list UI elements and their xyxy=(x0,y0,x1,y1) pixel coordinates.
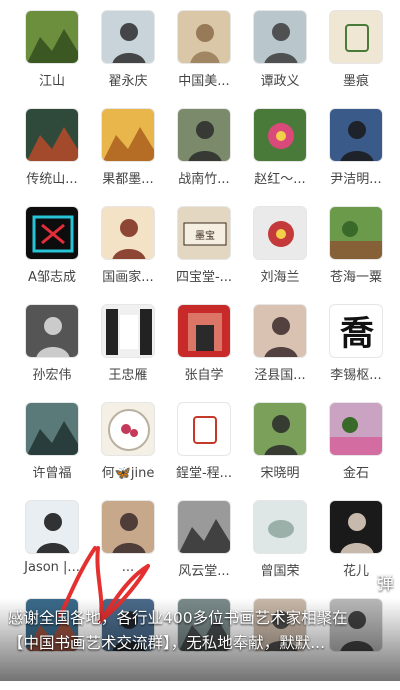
caption-line-2: 【中国书画艺术交流群】，无私地奉献，默默... xyxy=(8,634,326,652)
painting-icon xyxy=(177,10,231,64)
person-photo-icon xyxy=(177,108,231,162)
caption-line-1: 感谢全国各地，各行业400多位书画艺术家相聚在 xyxy=(8,609,348,627)
contact-item[interactable]: 泾县国... xyxy=(246,304,314,396)
contact-item[interactable]: 金石 xyxy=(322,402,390,494)
contact-item[interactable]: 国画家... xyxy=(94,206,162,298)
contact-item[interactable]: 墨宝四宝堂-... xyxy=(170,206,238,298)
contact-item[interactable]: 赵红～... xyxy=(246,108,314,200)
svg-text:墨宝: 墨宝 xyxy=(195,229,215,242)
seal-icon xyxy=(329,10,383,64)
autumn-mountain-icon xyxy=(101,108,155,162)
contact-item[interactable]: Jason |... xyxy=(18,500,86,592)
contact-item[interactable]: 孙宏伟 xyxy=(18,304,86,396)
contact-name: 鋥堂-程... xyxy=(175,466,233,481)
calligraphy-char-icon: 喬 xyxy=(329,304,383,358)
contact-name: 金石 xyxy=(342,466,369,481)
svg-text:喬: 喬 xyxy=(340,314,374,354)
contact-name: 四宝堂-... xyxy=(175,270,233,285)
person-photo-icon xyxy=(329,108,383,162)
contact-name: 泾县国... xyxy=(254,368,306,383)
contact-item[interactable]: 许曾福 xyxy=(18,402,86,494)
seal-icon xyxy=(177,402,231,456)
contact-name: 宋晓明 xyxy=(260,466,300,481)
contact-name: 战南竹... xyxy=(178,172,230,187)
flower-icon xyxy=(253,206,307,260)
contact-item[interactable]: 尹洁明... xyxy=(322,108,390,200)
contact-item[interactable]: 王忠雁 xyxy=(94,304,162,396)
contact-name: A邹志成 xyxy=(28,270,76,285)
contact-item[interactable]: 翟永庆 xyxy=(94,10,162,102)
contact-name: 谭政义 xyxy=(260,74,300,89)
contact-item[interactable]: 喬李锡枢... xyxy=(322,304,390,396)
person-photo-icon xyxy=(329,500,383,554)
contact-name: 苍海一粟 xyxy=(329,270,382,285)
neon-logo-icon xyxy=(25,206,79,260)
contact-name: 风云堂... xyxy=(178,564,230,579)
ink-landscape-icon xyxy=(177,500,231,554)
contact-name: 传统山... xyxy=(26,172,78,187)
contact-item[interactable]: 风云堂... xyxy=(170,500,238,592)
person-photo-icon xyxy=(253,304,307,358)
contact-name: 尹洁明... xyxy=(330,172,382,187)
contact-item[interactable]: ... xyxy=(94,500,162,592)
jade-icon xyxy=(253,500,307,554)
contact-name: 曾国荣 xyxy=(260,564,300,579)
contact-name: 国画家... xyxy=(102,270,154,285)
contact-name: 李锡枢... xyxy=(330,368,382,383)
person-photo-icon xyxy=(101,206,155,260)
contact-item[interactable]: 刘海兰 xyxy=(246,206,314,298)
contact-item[interactable]: 果都墨... xyxy=(94,108,162,200)
garden-photo-icon xyxy=(329,402,383,456)
video-caption: 感谢全国各地，各行业400多位书画艺术家相聚在 【中国书画艺术交流群】，无私地奉… xyxy=(0,598,400,681)
book-cover-icon xyxy=(101,304,155,358)
flower-icon xyxy=(253,108,307,162)
round-painting-icon xyxy=(101,402,155,456)
person-photo-icon xyxy=(101,500,155,554)
contact-item[interactable]: A邹志成 xyxy=(18,206,86,298)
contact-name: 许曾福 xyxy=(32,466,72,481)
person-photo-icon xyxy=(253,402,307,456)
person-photo-icon xyxy=(25,500,79,554)
danmu-toggle-button[interactable]: 弹 xyxy=(377,569,394,594)
contact-name: 果都墨... xyxy=(102,172,154,187)
contact-name: 赵红～... xyxy=(254,172,306,187)
contact-item[interactable]: 墨痕 xyxy=(322,10,390,102)
contact-item[interactable]: 宋晓明 xyxy=(246,402,314,494)
contact-name: 王忠雁 xyxy=(108,368,148,383)
contact-name: 翟永庆 xyxy=(108,74,148,89)
person-photo-icon xyxy=(25,304,79,358)
contact-name: 中国美... xyxy=(178,74,230,89)
contact-item[interactable]: 鋥堂-程... xyxy=(170,402,238,494)
contact-item[interactable]: 何🦋jine xyxy=(94,402,162,494)
poster-icon xyxy=(177,304,231,358)
contact-name: 墨痕 xyxy=(342,74,369,89)
contact-item[interactable]: 曾国荣 xyxy=(246,500,314,592)
person-photo-icon xyxy=(253,10,307,64)
contact-item[interactable]: 中国美... xyxy=(170,10,238,102)
contact-item[interactable]: 传统山... xyxy=(18,108,86,200)
contact-name: 张自学 xyxy=(184,368,224,383)
mountain-painting-icon xyxy=(25,108,79,162)
contact-item[interactable]: 苍海一粟 xyxy=(322,206,390,298)
contact-name: 何🦋jine xyxy=(101,466,155,481)
contact-item[interactable]: 战南竹... xyxy=(170,108,238,200)
person-photo-icon xyxy=(101,10,155,64)
landscape-icon xyxy=(25,10,79,64)
contact-name: ... xyxy=(121,560,135,575)
garden-photo-icon xyxy=(329,206,383,260)
calligraphy-scroll-icon: 墨宝 xyxy=(177,206,231,260)
contact-item[interactable]: 张自学 xyxy=(170,304,238,396)
contact-name: 孙宏伟 xyxy=(32,368,72,383)
contact-name: 刘海兰 xyxy=(260,270,300,285)
contact-item[interactable]: 江山 xyxy=(18,10,86,102)
ink-landscape-icon xyxy=(25,402,79,456)
contact-name: Jason |... xyxy=(24,560,80,575)
contact-name: 江山 xyxy=(38,74,65,89)
contact-item[interactable]: 谭政义 xyxy=(246,10,314,102)
